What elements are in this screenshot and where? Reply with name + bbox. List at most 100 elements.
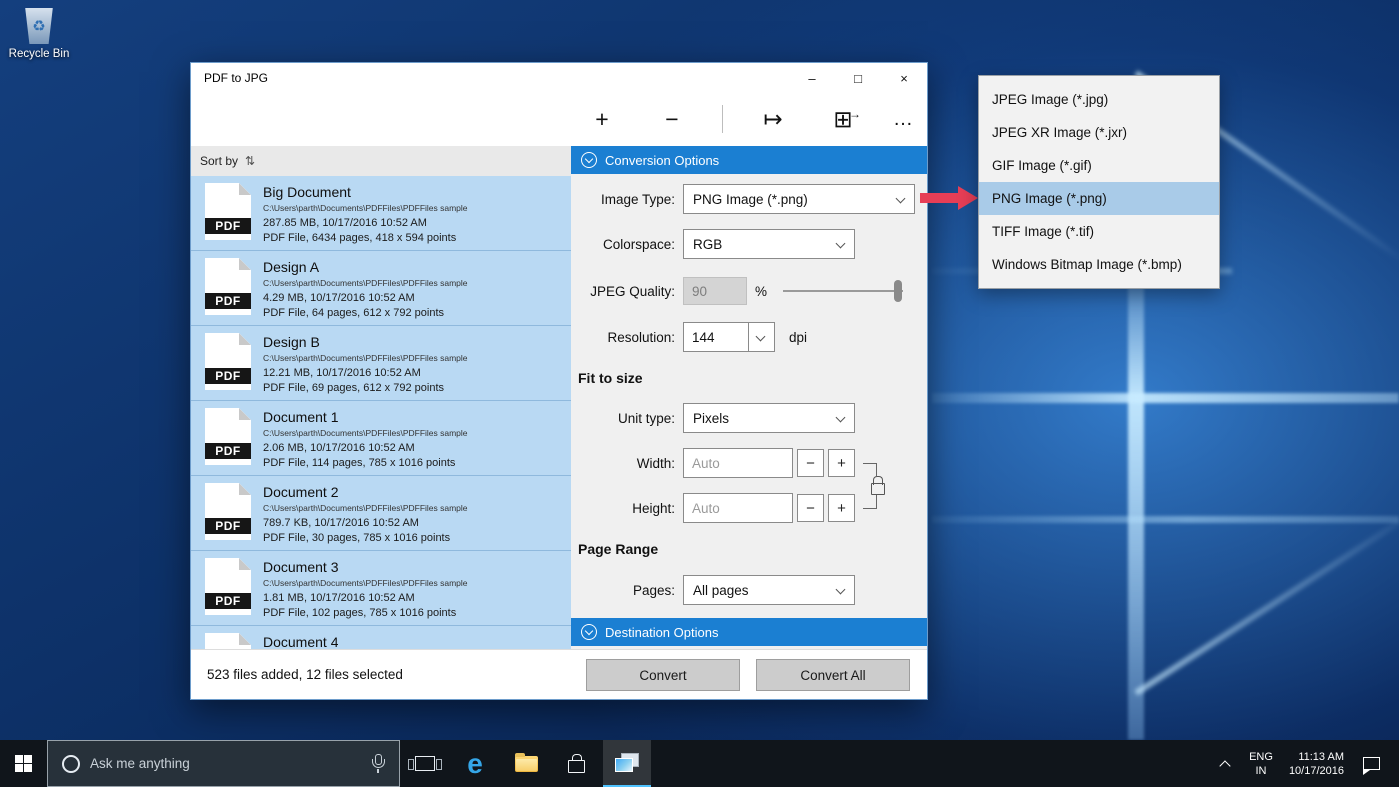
titlebar[interactable]: PDF to JPG – □ × [191, 63, 927, 93]
file-info: Design B C:\Users\parth\Documents\PDFFil… [263, 333, 468, 400]
options-panel: Conversion Options Image Type: PNG Image… [571, 146, 927, 649]
page-fold-icon [239, 183, 251, 195]
height-label: Height: [571, 501, 683, 516]
pdf-badge: PDF [205, 443, 251, 459]
width-input[interactable] [683, 448, 793, 478]
list-item[interactable]: PDF Big Document C:\Users\parth\Document… [191, 176, 571, 251]
dropdown-option-jpeg-xr[interactable]: JPEG XR Image (*.jxr) [979, 116, 1219, 149]
edge-browser-button[interactable]: e [452, 740, 498, 787]
pdf-badge: PDF [205, 218, 251, 234]
conversion-options-header[interactable]: Conversion Options [571, 146, 927, 174]
pdf-to-jpg-taskbar-button[interactable] [603, 740, 651, 787]
file-name: Design B [263, 334, 468, 350]
window-content: Sort by ⇅ PDF Big Document C:\Users\part… [191, 146, 927, 649]
dpi-label: dpi [789, 330, 807, 345]
file-info: Design A C:\Users\parth\Documents\PDFFil… [263, 258, 468, 325]
page-fold-icon [239, 408, 251, 420]
more-options-button[interactable]: … [881, 99, 925, 139]
height-increment-button[interactable]: + [828, 494, 855, 522]
resolution-dropdown-button[interactable] [749, 322, 775, 352]
unit-type-dropdown[interactable]: Pixels [683, 403, 855, 433]
convert-button[interactable]: Convert [586, 659, 740, 691]
image-type-open-dropdown: JPEG Image (*.jpg) JPEG XR Image (*.jxr)… [978, 75, 1220, 289]
aspect-lock-icon[interactable] [870, 476, 884, 494]
unit-type-row: Unit type: Pixels [571, 403, 919, 433]
taskbar-search[interactable] [47, 740, 400, 787]
wallpaper-beam [1128, 250, 1144, 740]
dropdown-option-png[interactable]: PNG Image (*.png) [979, 182, 1219, 215]
colorspace-row: Colorspace: RGB [571, 229, 919, 259]
height-decrement-button[interactable]: − [797, 494, 824, 522]
pages-value: All pages [693, 583, 749, 598]
close-button[interactable]: × [881, 63, 927, 93]
minimize-button[interactable]: – [789, 63, 835, 93]
list-item[interactable]: PDF Document 4 [191, 626, 571, 649]
pdf-badge: PDF [205, 593, 251, 609]
show-hidden-icons-button[interactable] [1212, 740, 1238, 787]
search-input[interactable] [90, 756, 365, 771]
fit-to-size-heading: Fit to size [578, 370, 643, 386]
pdf-file-icon: PDF [205, 183, 251, 240]
file-details: PDF File, 6434 pages, 418 x 594 points [263, 232, 468, 244]
file-path: C:\Users\parth\Documents\PDFFiles\PDFFil… [263, 578, 468, 588]
taskbar-clock[interactable]: 11:13 AM 10/17/2016 [1280, 740, 1344, 787]
add-files-button[interactable]: + [580, 99, 624, 139]
wallpaper-beam [1134, 505, 1399, 695]
dropdown-option-jpeg[interactable]: JPEG Image (*.jpg) [979, 83, 1219, 116]
pdf-file-icon: PDF [205, 258, 251, 315]
pages-dropdown[interactable]: All pages [683, 575, 855, 605]
list-item[interactable]: PDF Document 1 C:\Users\parth\Documents\… [191, 401, 571, 476]
recycle-glyph: ♻ [32, 17, 45, 35]
dropdown-option-bmp[interactable]: Windows Bitmap Image (*.bmp) [979, 248, 1219, 281]
sort-bar[interactable]: Sort by ⇅ [191, 146, 571, 176]
file-details: PDF File, 102 pages, 785 x 1016 points [263, 607, 468, 619]
arrow-head-icon [958, 186, 978, 210]
jpeg-quality-slider[interactable] [783, 277, 903, 305]
status-bar: 523 files added, 12 files selected Conve… [191, 649, 927, 699]
jpeg-quality-label: JPEG Quality: [571, 284, 683, 299]
microphone-icon[interactable] [371, 754, 385, 773]
convert-all-button[interactable]: Convert All [756, 659, 910, 691]
image-type-label: Image Type: [571, 192, 683, 207]
height-input[interactable] [683, 493, 793, 523]
list-item[interactable]: PDF Document 2 C:\Users\parth\Documents\… [191, 476, 571, 551]
list-item[interactable]: PDF Design B C:\Users\parth\Documents\PD… [191, 326, 571, 401]
pdf-file-icon: PDF [205, 483, 251, 540]
pdf-badge: PDF [205, 293, 251, 309]
remove-files-button[interactable]: − [650, 99, 694, 139]
destination-options-header[interactable]: Destination Options [571, 618, 927, 646]
dropdown-option-tiff[interactable]: TIFF Image (*.tif) [979, 215, 1219, 248]
chevron-down-icon [836, 239, 846, 249]
export-file-button[interactable]: ↦ [751, 99, 795, 139]
task-view-button[interactable] [402, 740, 448, 787]
export-all-button[interactable]: ⊞ → [821, 99, 865, 139]
list-item[interactable]: PDF Design A C:\Users\parth\Documents\PD… [191, 251, 571, 326]
notification-icon [1363, 757, 1380, 770]
maximize-button[interactable]: □ [835, 63, 881, 93]
store-button[interactable] [553, 740, 599, 787]
clock-date: 10/17/2016 [1289, 764, 1344, 778]
conversion-options-title: Conversion Options [605, 153, 719, 168]
pages-row: Pages: All pages [571, 575, 919, 605]
file-explorer-button[interactable] [503, 740, 549, 787]
colorspace-dropdown[interactable]: RGB [683, 229, 855, 259]
image-type-dropdown[interactable]: PNG Image (*.png) [683, 184, 915, 214]
pdf-to-jpg-app-icon [615, 753, 639, 773]
list-item[interactable]: PDF Document 3 C:\Users\parth\Documents\… [191, 551, 571, 626]
resolution-input[interactable] [683, 322, 749, 352]
page-fold-icon [239, 483, 251, 495]
chevron-up-icon [1219, 760, 1230, 771]
width-decrement-button[interactable]: − [797, 449, 824, 477]
dropdown-option-gif[interactable]: GIF Image (*.gif) [979, 149, 1219, 182]
file-name: Document 4 [263, 634, 338, 649]
width-increment-button[interactable]: + [828, 449, 855, 477]
recycle-bin-desktop-icon[interactable]: ♻ Recycle Bin [8, 8, 70, 60]
language-indicator[interactable]: ENG IN [1242, 740, 1280, 787]
image-type-value: PNG Image (*.png) [693, 192, 808, 207]
start-button[interactable] [0, 740, 47, 787]
pdf-badge: PDF [205, 368, 251, 384]
action-center-button[interactable] [1350, 740, 1392, 787]
slider-thumb[interactable] [894, 280, 902, 302]
file-list-panel: Sort by ⇅ PDF Big Document C:\Users\part… [191, 146, 571, 649]
cortana-icon [62, 755, 80, 773]
